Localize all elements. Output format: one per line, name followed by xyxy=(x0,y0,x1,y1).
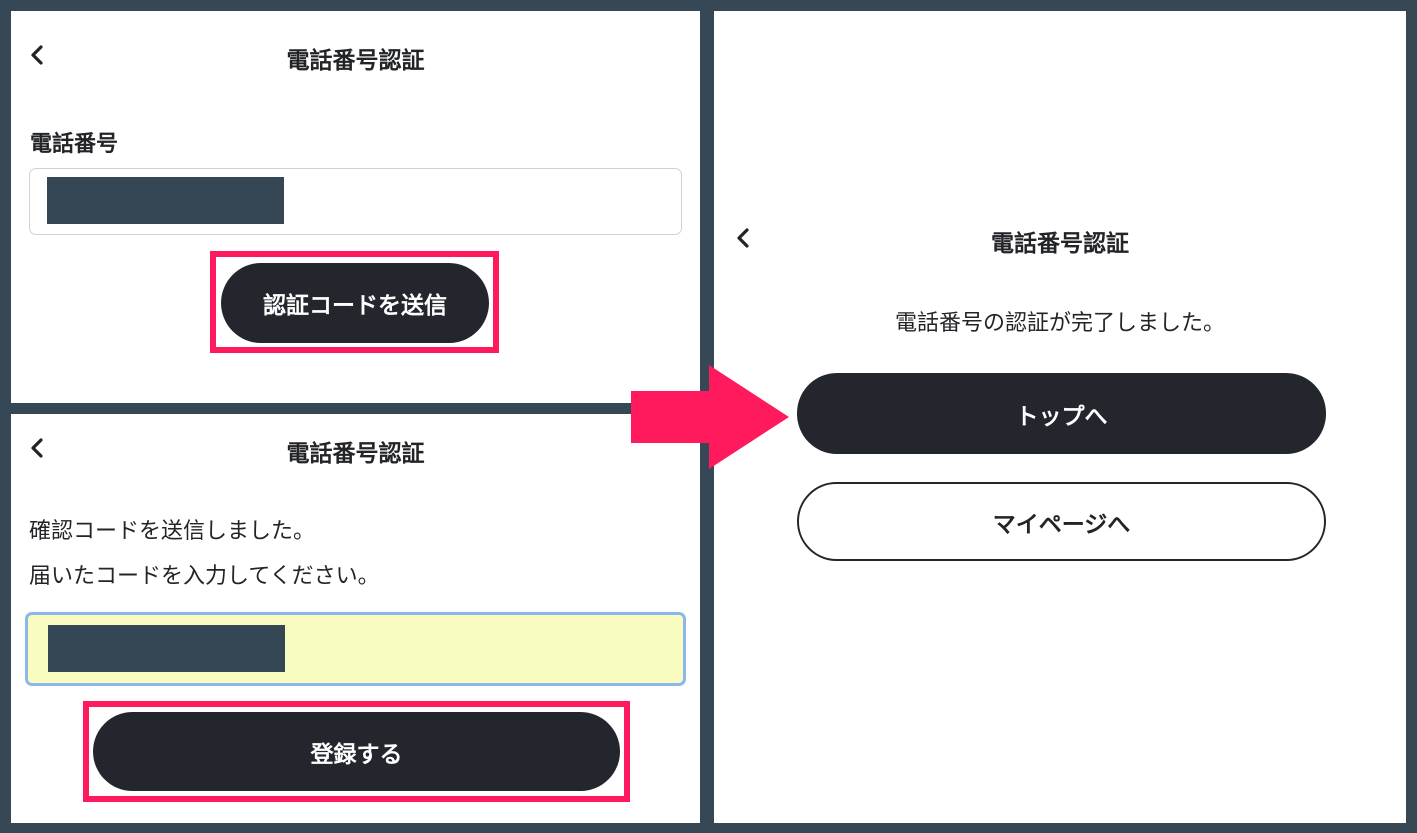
send-code-button[interactable]: 認証コードを送信 xyxy=(221,263,489,343)
code-sent-message: 確認コードを送信しました。 xyxy=(29,519,316,544)
verification-complete-message: 電話番号の認証が完了しました。 xyxy=(894,311,1225,336)
verification-complete-screen: 電話番号認証 電話番号の認証が完了しました。 トップへ マイページへ xyxy=(714,11,1406,823)
my-page-button[interactable]: マイページへ xyxy=(797,482,1326,561)
register-button[interactable]: 登録する xyxy=(93,712,620,791)
masked-verification-code xyxy=(48,625,285,672)
masked-phone-number xyxy=(47,177,284,224)
verification-code-input[interactable] xyxy=(25,612,686,686)
page-title: 電話番号認証 xyxy=(991,231,1129,257)
phone-number-input[interactable] xyxy=(29,168,682,235)
page-title: 電話番号認証 xyxy=(286,48,425,74)
arrow-right-icon xyxy=(631,365,789,469)
code-entry-screen: 電話番号認証 確認コードを送信しました。 届いたコードを入力してください。 登録… xyxy=(11,414,700,823)
phone-number-label: 電話番号 xyxy=(30,132,119,157)
enter-code-message: 届いたコードを入力してください。 xyxy=(29,564,380,589)
phone-entry-screen: 電話番号認証 電話番号 認証コードを送信 xyxy=(11,11,700,403)
top-page-button[interactable]: トップへ xyxy=(797,373,1326,454)
page-title: 電話番号認証 xyxy=(286,441,425,467)
